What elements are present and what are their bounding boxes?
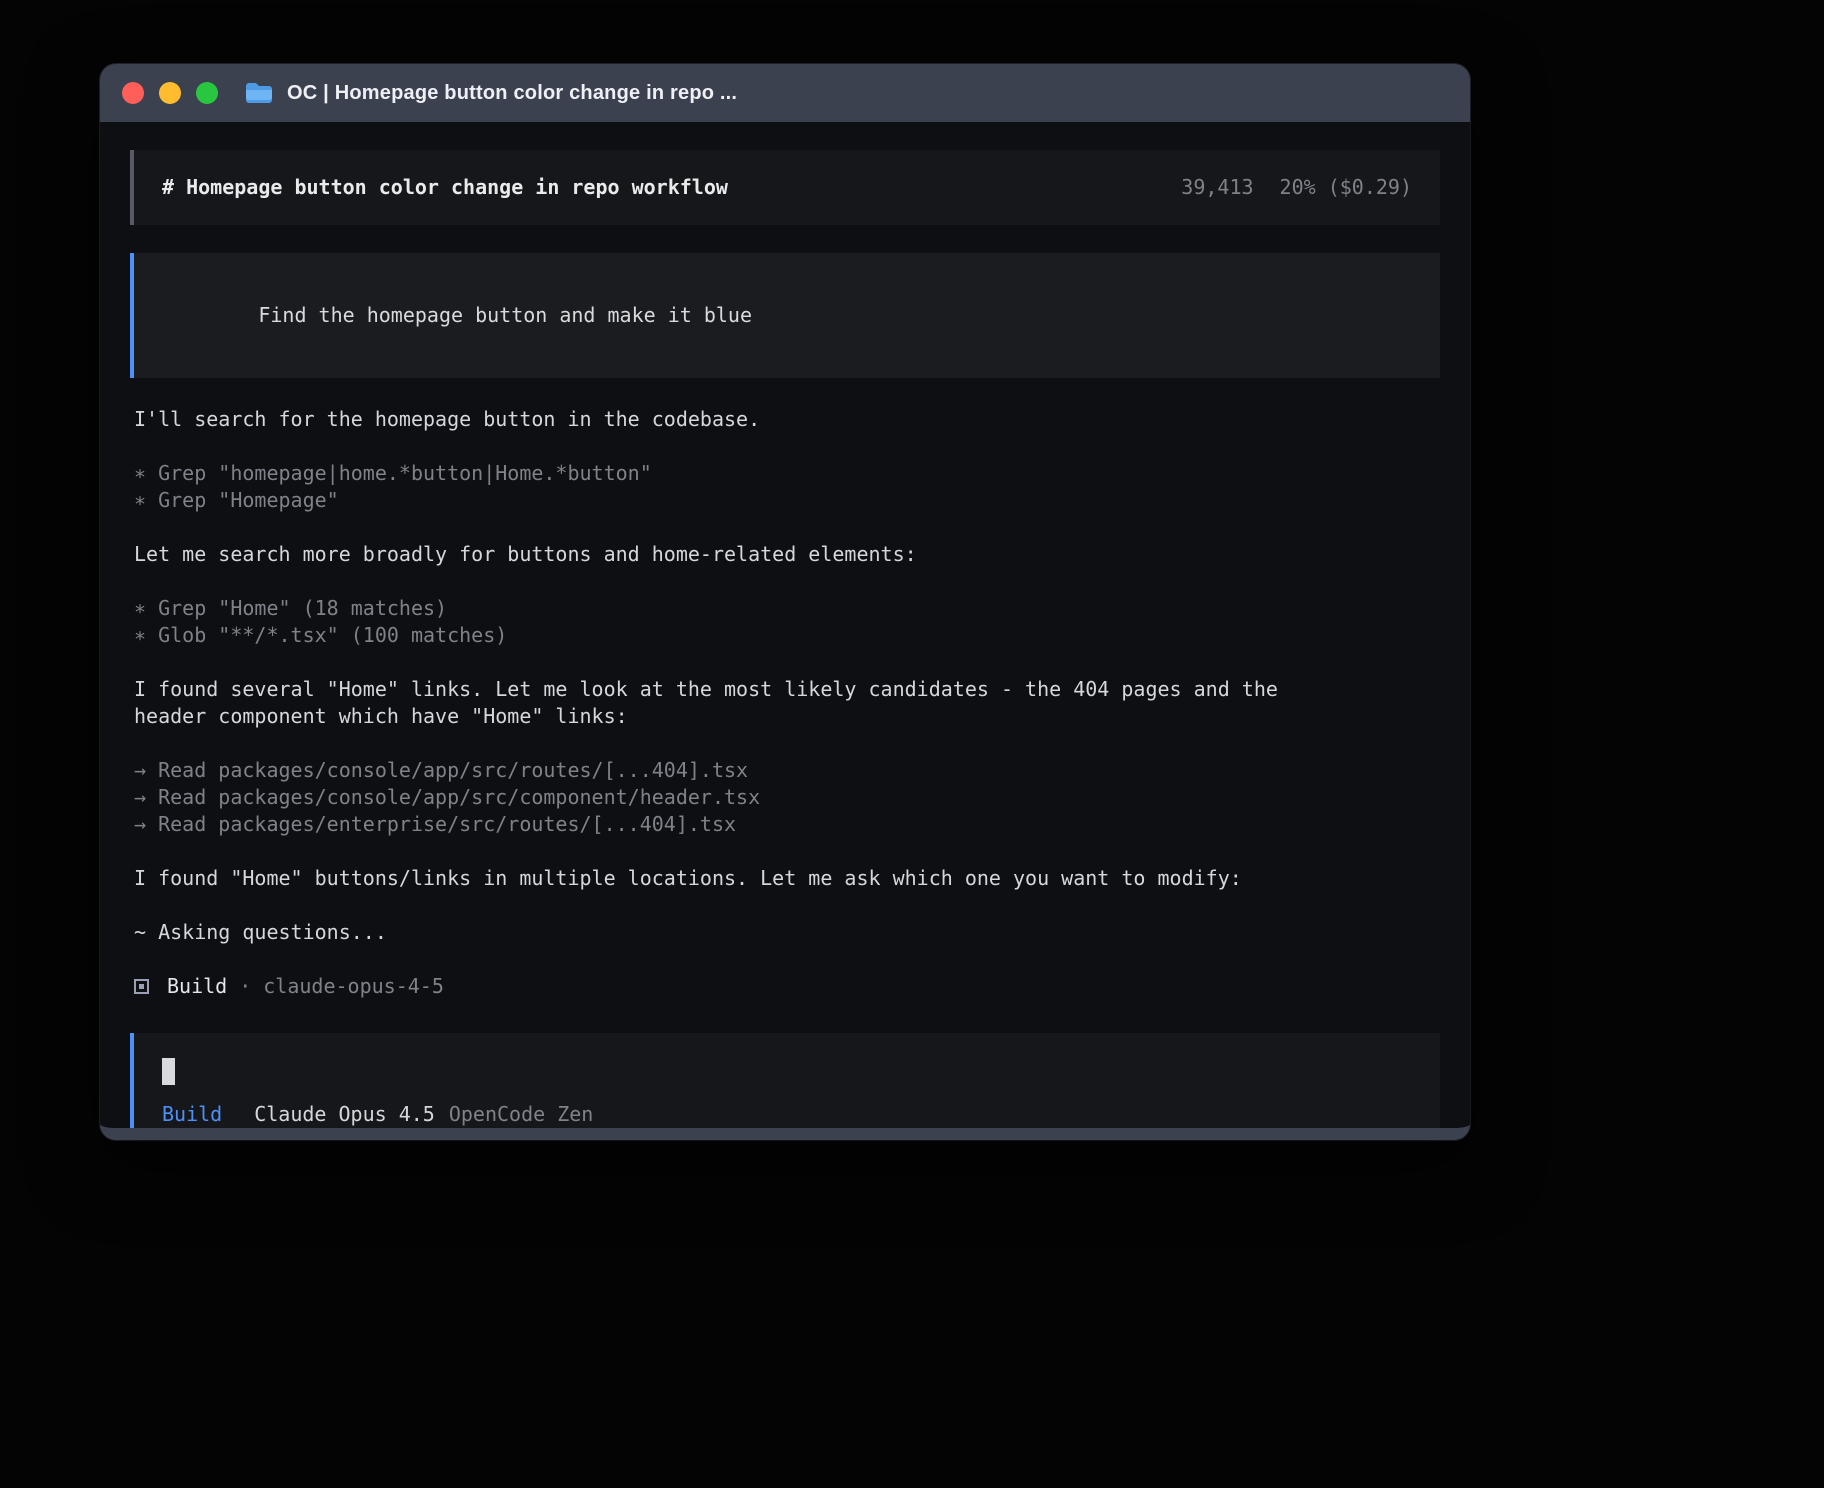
zoom-button[interactable]	[196, 82, 218, 104]
window-title: OC | Homepage button color change in rep…	[287, 82, 737, 105]
tool-call-read: → Read packages/console/app/src/componen…	[134, 784, 1440, 811]
agent-mode[interactable]: Build	[162, 1101, 222, 1128]
tool-call-grep: ∗ Grep "Homepage"	[134, 487, 1440, 514]
user-message: Find the homepage button and make it blu…	[130, 253, 1440, 378]
session-header: # Homepage button color change in repo w…	[130, 150, 1440, 225]
folder-icon	[244, 81, 274, 105]
context-usage: 20% ($0.29)	[1280, 174, 1412, 201]
working-status: ~ Asking questions...	[134, 919, 1440, 946]
input-line[interactable]	[162, 1057, 1412, 1085]
text-cursor	[162, 1058, 175, 1085]
model-provider: OpenCode Zen	[449, 1101, 594, 1128]
titlebar[interactable]: OC | Homepage button color change in rep…	[100, 64, 1470, 122]
minimize-button[interactable]	[159, 82, 181, 104]
model-name[interactable]: Claude Opus 4.5	[254, 1101, 435, 1128]
assistant-text: Let me search more broadly for buttons a…	[134, 541, 1440, 568]
tool-call-read: → Read packages/console/app/src/routes/[…	[134, 757, 1440, 784]
user-message-text: Find the homepage button and make it blu…	[258, 303, 752, 327]
input-meta: Build Claude Opus 4.5 OpenCode Zen	[162, 1101, 1412, 1128]
assistant-text: I'll search for the homepage button in t…	[134, 406, 1440, 433]
assistant-text: I found several "Home" links. Let me loo…	[134, 676, 1324, 730]
agent-model: claude-opus-4-5	[263, 973, 444, 1000]
tool-call-read: → Read packages/enterprise/src/routes/[.…	[134, 811, 1440, 838]
agent-name: Build	[167, 973, 227, 1000]
terminal-content: # Homepage button color change in repo w…	[100, 122, 1470, 1128]
assistant-text: I found "Home" buttons/links in multiple…	[134, 865, 1440, 892]
session-stats: 39,413 20% ($0.29)	[1181, 174, 1412, 201]
tool-call-glob: ∗ Glob "**/*.tsx" (100 matches)	[134, 622, 1440, 649]
agent-separator: ·	[239, 973, 251, 1000]
close-button[interactable]	[122, 82, 144, 104]
tool-call-grep: ∗ Grep "homepage|home.*button|Home.*butt…	[134, 460, 1440, 487]
square-dot-icon	[134, 979, 149, 994]
prompt-input[interactable]: Build Claude Opus 4.5 OpenCode Zen	[130, 1033, 1440, 1128]
window-controls	[122, 82, 218, 104]
tool-call-grep: ∗ Grep "Home" (18 matches)	[134, 595, 1440, 622]
terminal-window: OC | Homepage button color change in rep…	[100, 64, 1470, 1140]
session-title: # Homepage button color change in repo w…	[162, 174, 728, 201]
transcript: I'll search for the homepage button in t…	[130, 406, 1440, 1027]
token-count: 39,413	[1181, 174, 1253, 201]
agent-row: Build · claude-opus-4-5	[134, 973, 1440, 1000]
